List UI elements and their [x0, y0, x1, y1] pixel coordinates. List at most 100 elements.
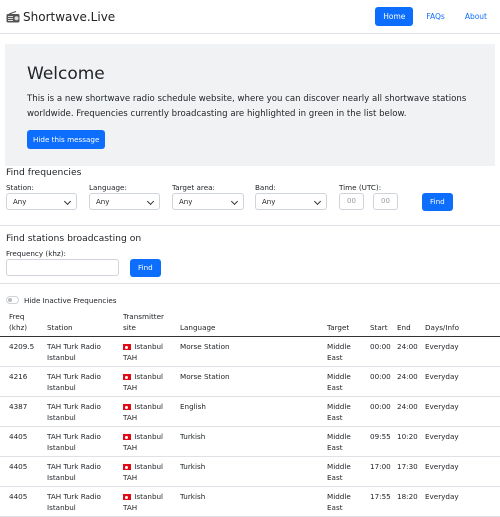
cell-transmitter: Istanbul TAH: [123, 491, 163, 513]
cell-freq: 4209.5: [9, 342, 35, 351]
station-select-value: Any: [13, 198, 27, 206]
cell-target-line1: Middle: [327, 372, 351, 381]
cell-transmitter-city: Istanbul: [134, 432, 164, 441]
cell-freq: 4216: [9, 372, 28, 381]
target-area-select[interactable]: Any: [172, 193, 244, 210]
cell-station: TAH Turk Radio Istanbul: [47, 431, 101, 453]
nav-links: Home FAQs About: [375, 7, 494, 26]
cell-transmitter-code: TAH: [123, 443, 138, 452]
table-row: 4216 TAH Turk Radio Istanbul Istanbul TAH Mo…: [0, 367, 500, 397]
table-body: 4209.5 TAH Turk Radio Istanbul Istanbul TAH…: [0, 337, 500, 517]
cell-end: 24:00: [397, 402, 418, 411]
cell-target-line1: Middle: [327, 342, 351, 351]
brand[interactable]: Shortwave.Live: [6, 10, 115, 24]
band-select[interactable]: Any: [255, 193, 327, 210]
cell-days: Everyday: [425, 342, 459, 351]
turkey-flag-icon: [123, 494, 131, 500]
cell-language: Morse Station: [180, 342, 230, 351]
cell-station-city: Istanbul: [47, 413, 76, 422]
turkey-flag-icon: [123, 464, 131, 470]
find-frequencies-button[interactable]: Find: [422, 193, 453, 211]
cell-end: 10:20: [397, 432, 418, 441]
cell-station-city: Istanbul: [47, 473, 76, 482]
language-label: Language:: [89, 183, 127, 192]
cell-transmitter-city: Istanbul: [134, 462, 164, 471]
cell-target-line1: Middle: [327, 432, 351, 441]
cell-end: 24:00: [397, 342, 418, 351]
cell-language: Turkish: [180, 462, 206, 471]
station-select[interactable]: Any: [6, 193, 77, 210]
cell-transmitter-city: Istanbul: [134, 372, 164, 381]
cell-end: 18:20: [397, 492, 418, 501]
turkey-flag-icon: [123, 404, 131, 410]
header-target: Target: [327, 323, 350, 332]
hide-inactive-toggle[interactable]: [6, 296, 19, 304]
turkey-flag-icon: [123, 344, 131, 350]
chevron-down-icon: [63, 197, 72, 206]
target-area-select-value: Any: [179, 198, 193, 206]
table-row: 4209.5 TAH Turk Radio Istanbul Istanbul TAH…: [0, 337, 500, 367]
cell-target-line2: East: [327, 413, 343, 422]
cell-target: Middle East: [327, 491, 351, 513]
cell-target: Middle East: [327, 341, 351, 363]
cell-freq: 4387: [9, 402, 28, 411]
time-label: Time (UTC):: [339, 183, 382, 192]
header-transmitter-label: Transmitter: [123, 312, 165, 321]
cell-transmitter-site: Istanbul: [123, 461, 163, 472]
nav-about-link[interactable]: About: [458, 7, 494, 26]
header-transmitter-site: site: [123, 323, 136, 332]
time-to-input[interactable]: 00: [373, 193, 398, 210]
hide-message-button[interactable]: Hide this message: [27, 130, 106, 149]
cell-station-name: TAH Turk Radio: [47, 432, 101, 441]
cell-transmitter-code: TAH: [123, 383, 138, 392]
cell-station-name: TAH Turk Radio: [47, 462, 101, 471]
find-stations-button[interactable]: Find: [130, 259, 161, 277]
language-select-value: Any: [96, 198, 110, 206]
cell-freq: 4405: [9, 432, 28, 441]
station-label: Station:: [6, 183, 34, 192]
chevron-down-icon: [146, 197, 155, 206]
cell-station-name: TAH Turk Radio: [47, 372, 101, 381]
cell-station-name: TAH Turk Radio: [47, 402, 101, 411]
cell-target-line2: East: [327, 503, 343, 512]
cell-station: TAH Turk Radio Istanbul: [47, 491, 101, 513]
cell-language: English: [180, 402, 206, 411]
cell-station: TAH Turk Radio Istanbul: [47, 461, 101, 483]
frequency-label: Frequency (khz):: [6, 249, 66, 258]
nav-faqs-link[interactable]: FAQs: [419, 7, 451, 26]
welcome-text: This is a new shortwave radio schedule w…: [27, 94, 467, 119]
cell-target-line1: Middle: [327, 492, 351, 501]
cell-station-city: Istanbul: [47, 383, 76, 392]
cell-end: 17:30: [397, 462, 418, 471]
cell-start: 00:00: [370, 372, 391, 381]
cell-station: TAH Turk Radio Istanbul: [47, 401, 101, 423]
cell-transmitter: Istanbul TAH: [123, 371, 163, 393]
header-station: Station: [47, 323, 73, 332]
cell-station-city: Istanbul: [47, 353, 76, 362]
header-days: Days/Info: [425, 323, 459, 332]
cell-start: 09:55: [370, 432, 391, 441]
cell-transmitter-site: Istanbul: [123, 401, 163, 412]
cell-language: Turkish: [180, 492, 206, 501]
table-row: 4405 TAH Turk Radio Istanbul Istanbul TAH Tu…: [0, 487, 500, 517]
language-select[interactable]: Any: [89, 193, 160, 210]
cell-end: 24:00: [397, 372, 418, 381]
cell-language: Turkish: [180, 432, 206, 441]
cell-transmitter: Istanbul TAH: [123, 461, 163, 483]
cell-transmitter-site: Istanbul: [123, 341, 163, 352]
cell-target-line1: Middle: [327, 402, 351, 411]
frequency-input[interactable]: [6, 259, 119, 276]
cell-start: 00:00: [370, 402, 391, 411]
cell-days: Everyday: [425, 492, 459, 501]
cell-start: 17:55: [370, 492, 391, 501]
chevron-down-icon: [313, 197, 322, 206]
header-end: End: [397, 323, 411, 332]
cell-transmitter-code: TAH: [123, 473, 138, 482]
chevron-down-icon: [230, 197, 239, 206]
cell-transmitter: Istanbul TAH: [123, 341, 163, 363]
time-from-input[interactable]: 00: [339, 193, 364, 210]
hide-inactive-label: Hide Inactive Frequencies: [24, 296, 117, 305]
divider: [0, 283, 500, 284]
nav-home-link[interactable]: Home: [375, 7, 414, 26]
cell-transmitter-site: Istanbul: [123, 371, 163, 382]
